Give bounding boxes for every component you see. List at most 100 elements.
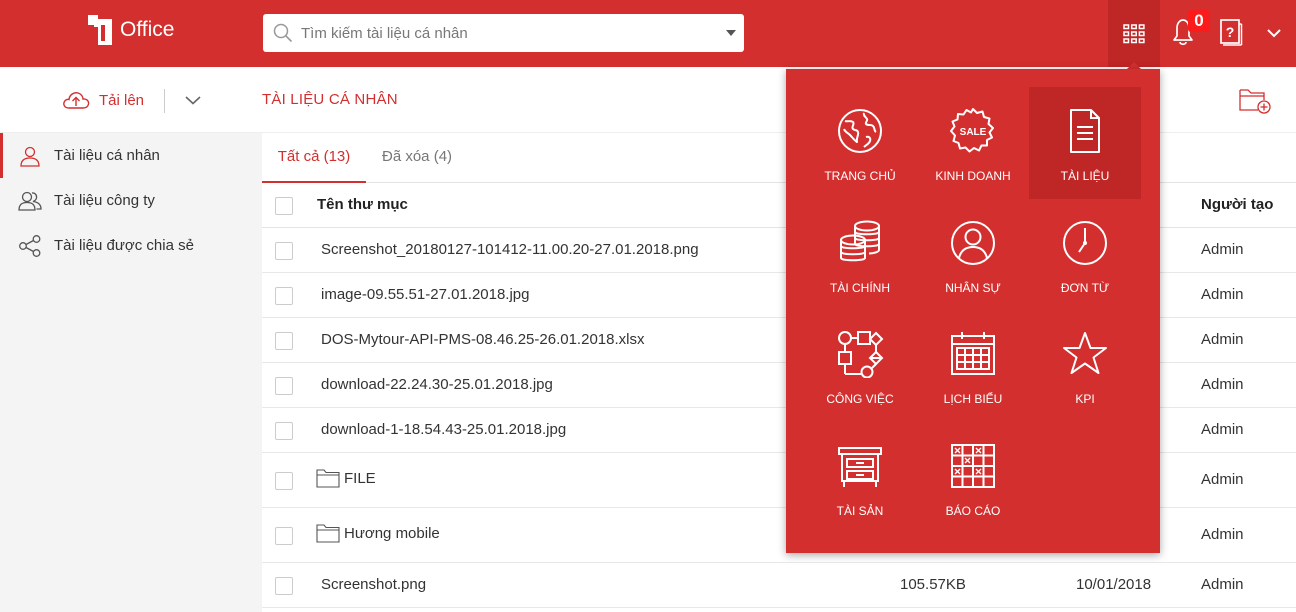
folder-name-cell[interactable]: Hương mobile <box>316 523 440 543</box>
app-logo[interactable]: Office <box>86 12 174 48</box>
sidebar-item-label: Tài liệu được chia sẻ <box>54 237 194 254</box>
row-checkbox[interactable] <box>275 527 293 545</box>
sale-badge-icon: SALE <box>950 108 994 153</box>
app-label: BÁO CÁO <box>945 504 1001 518</box>
tab-deleted[interactable]: Đã xóa (4) <box>382 133 452 183</box>
person-icon <box>951 221 995 265</box>
apps-menu: TRANG CHỦ SALE KINH DOANH TÀI LIỆU TÀI C… <box>786 69 1160 553</box>
top-header: Office 0 ? <box>0 0 1296 67</box>
apps-menu-pointer <box>1127 62 1141 69</box>
creator-cell: Admin <box>1201 241 1244 258</box>
cabinet-icon <box>838 447 882 487</box>
row-checkbox[interactable] <box>275 577 293 595</box>
app-label: KPI <box>1075 392 1095 406</box>
share-icon <box>18 234 42 258</box>
users-icon <box>18 189 42 213</box>
app-label: ĐƠN TỪ <box>1060 281 1110 295</box>
user-icon <box>18 144 42 168</box>
file-name[interactable]: DOS-Mytour-API-PMS-08.46.25-26.01.2018.x… <box>321 331 644 348</box>
row-checkbox[interactable] <box>275 287 293 305</box>
search-icon <box>273 23 293 43</box>
creator-cell: Admin <box>1201 526 1244 543</box>
toolbar-divider <box>164 89 165 113</box>
size-cell: 105.57KB <box>900 576 966 593</box>
app-label: LỊCH BIỂU <box>943 392 1003 406</box>
app-calendar[interactable]: LỊCH BIỂU <box>917 310 1029 422</box>
app-hr[interactable]: NHÂN SỰ <box>917 199 1029 311</box>
creator-cell: Admin <box>1201 331 1244 348</box>
notification-count-badge: 0 <box>1188 10 1210 32</box>
sidebar-item-label: Tài liệu cá nhân <box>54 147 160 164</box>
app-label: KINH DOANH <box>935 169 1011 183</box>
sidebar: Tài liệu cá nhân Tài liệu công ty Tài li… <box>0 133 262 612</box>
row-checkbox[interactable] <box>275 377 293 395</box>
help-book-icon: ? <box>1220 19 1243 46</box>
upload-label: Tải lên <box>99 91 145 109</box>
column-name-header[interactable]: Tên thư mục <box>317 196 408 213</box>
column-creator-header[interactable]: Người tạo <box>1201 196 1273 213</box>
file-name[interactable]: Screenshot.png <box>321 576 426 593</box>
calendar-icon <box>951 332 995 375</box>
row-checkbox[interactable] <box>275 472 293 490</box>
app-sales[interactable]: SALE KINH DOANH <box>917 87 1029 199</box>
folder-icon <box>316 524 340 543</box>
user-menu-chevron-icon[interactable] <box>1265 24 1283 42</box>
globe-icon <box>838 109 882 153</box>
folder-name: Hương mobile <box>344 524 440 542</box>
svg-text:?: ? <box>1226 24 1235 40</box>
creator-cell: Admin <box>1201 576 1244 593</box>
row-checkbox[interactable] <box>275 332 293 350</box>
search-box <box>263 14 744 52</box>
tab-all[interactable]: Tất cả (13) <box>262 133 366 183</box>
file-name[interactable]: download-22.24.30-25.01.2018.jpg <box>321 376 553 393</box>
date-cell: 10/01/2018 <box>1076 576 1152 593</box>
app-home[interactable]: TRANG CHỦ <box>804 87 916 199</box>
file-name[interactable]: download-1-18.54.43-25.01.2018.jpg <box>321 421 566 438</box>
app-documents[interactable]: TÀI LIỆU <box>1029 87 1141 199</box>
document-icon <box>1070 109 1100 153</box>
folder-icon <box>316 469 340 488</box>
help-button[interactable]: ? <box>1219 18 1243 46</box>
upload-button[interactable]: Tải lên <box>61 86 144 114</box>
creator-cell: Admin <box>1201 421 1244 438</box>
file-name[interactable]: Screenshot_20180127-101412-11.00.20-27.0… <box>321 241 699 258</box>
app-kpi[interactable]: KPI <box>1029 310 1141 422</box>
upload-options-chevron-icon[interactable] <box>184 91 202 109</box>
sidebar-item-personal-docs[interactable]: Tài liệu cá nhân <box>0 133 262 178</box>
coins-icon <box>840 220 880 262</box>
new-folder-button[interactable] <box>1238 85 1272 115</box>
logo-mark-icon <box>86 13 116 47</box>
star-icon <box>1063 332 1107 374</box>
row-checkbox[interactable] <box>275 242 293 260</box>
apps-grid-icon <box>1123 23 1145 43</box>
creator-cell: Admin <box>1201 376 1244 393</box>
app-label: TÀI CHÍNH <box>830 281 890 295</box>
workflow-icon <box>838 331 884 378</box>
app-label: TÀI SẢN <box>836 504 884 518</box>
app-assets[interactable]: TÀI SẢN <box>804 422 916 534</box>
file-name[interactable]: image-09.55.51-27.01.2018.jpg <box>321 286 530 303</box>
clock-icon <box>1063 221 1107 265</box>
folder-name-cell[interactable]: FILE <box>316 468 376 488</box>
apps-grid-button[interactable] <box>1108 0 1160 67</box>
app-label: NHÂN SỰ <box>945 281 1001 295</box>
search-input[interactable] <box>301 15 726 51</box>
app-tasks[interactable]: CÔNG VIỆC <box>804 310 916 422</box>
sidebar-item-label: Tài liệu công ty <box>54 192 155 209</box>
svg-text:SALE: SALE <box>960 127 987 138</box>
app-finance[interactable]: TÀI CHÍNH <box>804 199 916 311</box>
folder-add-icon <box>1239 89 1271 114</box>
sidebar-item-shared-docs[interactable]: Tài liệu được chia sẻ <box>0 223 262 268</box>
app-label: TÀI LIỆU <box>1060 169 1110 183</box>
select-all-checkbox[interactable] <box>275 197 293 215</box>
app-label: CÔNG VIỆC <box>826 392 894 406</box>
sidebar-item-company-docs[interactable]: Tài liệu công ty <box>0 178 262 223</box>
app-reports[interactable]: BÁO CÁO <box>917 422 1029 534</box>
search-dropdown-icon[interactable] <box>726 30 736 36</box>
table-row[interactable]: Screenshot.png 105.57KB 10/01/2018 Admin <box>262 563 1296 608</box>
page-title: TÀI LIỆU CÁ NHÂN <box>262 91 398 108</box>
app-requests[interactable]: ĐƠN TỪ <box>1029 199 1141 311</box>
folder-name: FILE <box>344 469 376 487</box>
row-checkbox[interactable] <box>275 422 293 440</box>
cloud-upload-icon <box>63 92 90 109</box>
